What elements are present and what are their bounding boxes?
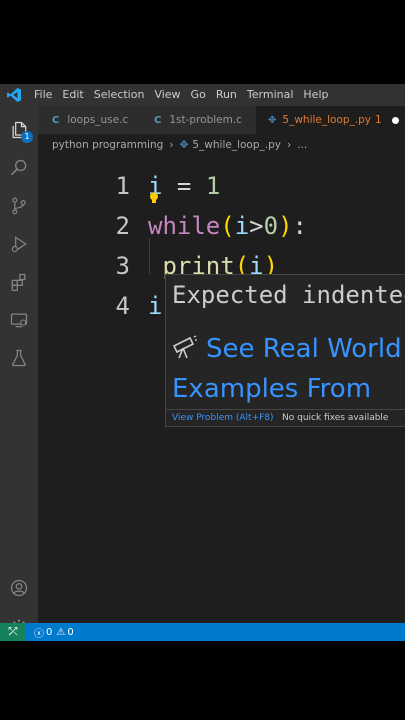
explorer-button[interactable]: 1 [7,118,33,143]
remote-explorer-button[interactable] [7,308,31,332]
account-icon [10,579,28,597]
activity-bar: 1 [0,106,38,635]
menu-items: File Edit Selection View Go Run Terminal… [34,84,338,106]
warning-icon: ⚠ [56,626,66,638]
code-token: ) [278,212,293,240]
code-token: i [234,212,250,240]
status-bar: ⤱ ⓧ 0 ⚠ 0 [0,623,405,641]
menu-help[interactable]: Help [303,84,328,106]
code-token: 1 [205,172,221,200]
tab-5-while-loop[interactable]: ✥ 5_while_loop_.py 1 [256,106,405,134]
line-number: 4 [115,292,130,320]
explorer-badge: 1 [21,131,33,143]
search-icon [10,159,27,176]
remote-explorer-icon [10,313,28,328]
c-file-icon: C [154,114,162,126]
run-debug-button[interactable] [7,232,31,256]
python-file-icon: ✥ [179,139,189,151]
unsaved-dot-icon[interactable] [391,116,399,124]
error-count: 0 [46,626,53,638]
code-token: > [249,212,264,240]
error-icon: ⓧ [34,628,44,640]
python-file-icon: ✥ [268,114,277,126]
breadcrumb-ellipsis[interactable]: ... [297,139,307,151]
tab-loops-use[interactable]: C loops_use.c [38,106,148,134]
editor-tabs: C loops_use.c C 1st-problem.c ✥ 5_while_… [38,106,405,134]
chevron-right-icon: › [169,139,174,151]
run-debug-icon [11,236,27,253]
line-number: 2 [115,212,130,240]
code-token: i [148,292,163,320]
remote-icon: ⤱ [8,625,18,638]
code-token: while [148,212,221,240]
source-control-icon [12,197,26,215]
no-quick-fixes-text: No quick fixes available [282,413,389,423]
source-control-button[interactable] [7,194,31,218]
indent-guide [149,238,150,274]
line-number: 1 [115,172,130,200]
lightbulb-icon[interactable] [149,192,159,204]
tab-label: loops_use.c [67,114,129,126]
problem-message: Expected indented block [172,281,405,309]
breadcrumb: python programming › ✥ 5_while_loop_.py … [52,136,307,154]
telescope-icon [172,335,197,359]
remote-indicator[interactable]: ⤱ [0,623,26,641]
menu-file[interactable]: File [34,84,52,106]
problems-indicator[interactable]: ⓧ 0 ⚠ 0 [34,623,78,641]
chevron-right-icon: › [287,139,292,151]
breadcrumb-folder[interactable]: python programming [52,139,163,151]
flask-icon [12,349,26,367]
code-token: ( [220,212,235,240]
breadcrumb-file[interactable]: 5_while_loop_.py [192,139,281,151]
menu-run[interactable]: Run [216,84,237,106]
warning-count: 0 [67,626,74,638]
code-text[interactable]: i [148,292,162,320]
hover-footer: View Problem (Alt+F8) No quick fixes ava… [166,409,405,426]
tab-label: 1st-problem.c [169,114,242,126]
tab-problem-count: 1 [375,114,382,126]
code-token: : [292,212,307,240]
code-text[interactable]: while(i>0): [148,212,307,240]
menu-edit[interactable]: Edit [62,84,83,106]
search-button[interactable] [7,156,31,180]
menubar: File Edit Selection View Go Run Terminal… [0,84,405,106]
accounts-button[interactable] [7,576,31,600]
menu-selection[interactable]: Selection [94,84,145,106]
code-token: 0 [263,212,279,240]
view-problem-link[interactable]: View Problem (Alt+F8) [172,413,274,423]
menu-go[interactable]: Go [191,84,206,106]
testing-button[interactable] [7,346,31,370]
code-token: = [162,172,206,200]
menu-view[interactable]: View [154,84,180,106]
extensions-button[interactable] [7,270,31,294]
extensions-icon [11,273,26,291]
menu-terminal[interactable]: Terminal [247,84,294,106]
line-number: 3 [115,252,130,280]
hover-problem-widget: Expected indented block See Real World E… [165,274,405,427]
tab-label: 5_while_loop_.py [282,114,372,126]
vscode-logo-icon [7,88,21,102]
c-file-icon: C [52,114,60,126]
tab-1st-problem[interactable]: C 1st-problem.c [140,106,266,134]
